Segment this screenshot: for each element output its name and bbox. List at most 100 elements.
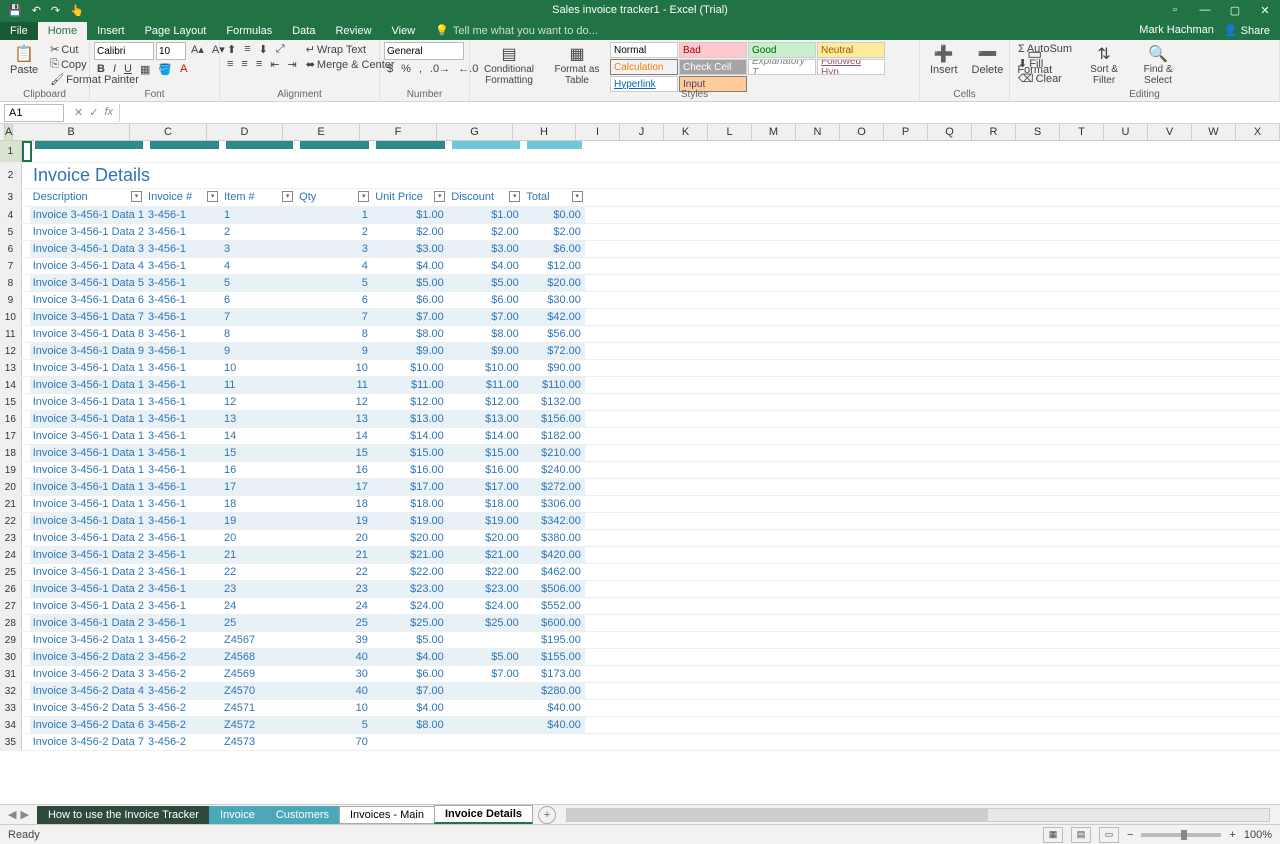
- empty-cell[interactable]: [889, 343, 932, 359]
- empty-cell[interactable]: [889, 292, 932, 308]
- empty-cell[interactable]: [1063, 241, 1106, 257]
- table-cell[interactable]: 1: [296, 207, 372, 223]
- empty-cell[interactable]: [932, 683, 975, 699]
- empty-cell[interactable]: [1019, 615, 1062, 631]
- empty-cell[interactable]: [1019, 547, 1062, 563]
- row-header-28[interactable]: 28: [0, 615, 22, 631]
- table-cell[interactable]: 5: [296, 717, 372, 733]
- row-header-6[interactable]: 6: [0, 241, 22, 257]
- empty-cell[interactable]: [22, 581, 30, 597]
- empty-cell[interactable]: [1019, 717, 1062, 733]
- table-cell[interactable]: 40: [296, 683, 372, 699]
- empty-cell[interactable]: [976, 734, 1019, 750]
- empty-cell[interactable]: [1063, 360, 1106, 376]
- empty-cell[interactable]: [802, 717, 845, 733]
- empty-cell[interactable]: [22, 309, 30, 325]
- empty-cell[interactable]: [932, 411, 975, 427]
- empty-cell[interactable]: [1063, 292, 1106, 308]
- empty-cell[interactable]: [672, 462, 715, 478]
- column-header-Q[interactable]: Q: [928, 124, 972, 140]
- table-cell[interactable]: 9: [221, 343, 296, 359]
- table-cell[interactable]: 19: [221, 513, 296, 529]
- empty-cell[interactable]: [759, 428, 802, 444]
- empty-cell[interactable]: [889, 462, 932, 478]
- align-right-icon[interactable]: ≡: [253, 57, 265, 72]
- empty-cell[interactable]: [802, 207, 845, 223]
- empty-cell[interactable]: [1019, 666, 1062, 682]
- table-cell[interactable]: Invoice 3-456-1 Data 18: [30, 496, 145, 512]
- sheet-title[interactable]: Invoice Details: [30, 163, 330, 188]
- empty-cell[interactable]: [976, 207, 1019, 223]
- table-cell[interactable]: 8: [296, 326, 372, 342]
- empty-cell[interactable]: [1150, 479, 1193, 495]
- table-cell[interactable]: $24.00: [448, 598, 523, 614]
- filter-dropdown-icon[interactable]: ▾: [131, 191, 142, 202]
- row-header-2[interactable]: 2: [0, 163, 22, 188]
- table-cell[interactable]: 7: [221, 309, 296, 325]
- empty-cell[interactable]: [759, 343, 802, 359]
- empty-cell[interactable]: [932, 666, 975, 682]
- table-cell[interactable]: Invoice 3-456-2 Data 3: [30, 666, 145, 682]
- empty-cell[interactable]: [1150, 275, 1193, 291]
- sheet-nav-next-icon[interactable]: ▶: [20, 808, 28, 821]
- table-cell[interactable]: $7.00: [372, 683, 448, 699]
- empty-cell[interactable]: [1106, 377, 1149, 393]
- autosum-button[interactable]: ΣAutoSum: [1014, 42, 1076, 56]
- empty-cell[interactable]: [759, 700, 802, 716]
- table-cell[interactable]: Invoice 3-456-2 Data 5: [30, 700, 145, 716]
- empty-cell[interactable]: [22, 632, 30, 648]
- empty-cell[interactable]: [1150, 141, 1193, 162]
- table-cell[interactable]: [448, 700, 523, 716]
- table-cell[interactable]: 19: [296, 513, 372, 529]
- table-cell[interactable]: $40.00: [523, 717, 585, 733]
- table-cell[interactable]: 3-456-2: [145, 717, 221, 733]
- table-cell[interactable]: $24.00: [372, 598, 448, 614]
- column-header-K[interactable]: K: [664, 124, 708, 140]
- row-header-24[interactable]: 24: [0, 547, 22, 563]
- empty-cell[interactable]: [1193, 394, 1236, 410]
- table-cell[interactable]: 1: [221, 207, 296, 223]
- empty-cell[interactable]: [22, 343, 30, 359]
- empty-cell[interactable]: [802, 632, 845, 648]
- table-cell[interactable]: 3-456-2: [145, 666, 221, 682]
- empty-cell[interactable]: [1193, 598, 1236, 614]
- empty-cell[interactable]: [976, 666, 1019, 682]
- table-cell[interactable]: 3-456-1: [145, 360, 221, 376]
- empty-cell[interactable]: [628, 377, 671, 393]
- empty-cell[interactable]: [628, 360, 671, 376]
- empty-cell[interactable]: [1193, 734, 1236, 750]
- table-cell[interactable]: 16: [296, 462, 372, 478]
- table-cell[interactable]: 22: [221, 564, 296, 580]
- table-cell[interactable]: Invoice 3-456-2 Data 6: [30, 717, 145, 733]
- empty-cell[interactable]: [1193, 530, 1236, 546]
- empty-cell[interactable]: [1236, 258, 1279, 274]
- table-cell[interactable]: 3-456-1: [145, 615, 221, 631]
- table-cell[interactable]: 25: [221, 615, 296, 631]
- empty-cell[interactable]: [586, 141, 629, 162]
- close-icon[interactable]: ✕: [1250, 0, 1280, 20]
- empty-cell[interactable]: [889, 428, 932, 444]
- empty-cell[interactable]: [22, 428, 30, 444]
- empty-cell[interactable]: [715, 615, 758, 631]
- table-cell[interactable]: $2.00: [372, 224, 448, 240]
- empty-cell[interactable]: [1106, 360, 1149, 376]
- zoom-out-button[interactable]: −: [1127, 829, 1133, 841]
- table-cell[interactable]: 24: [296, 598, 372, 614]
- row-header-22[interactable]: 22: [0, 513, 22, 529]
- empty-cell[interactable]: [1106, 411, 1149, 427]
- empty-cell[interactable]: [585, 734, 628, 750]
- empty-cell[interactable]: [932, 377, 975, 393]
- empty-cell[interactable]: [759, 207, 802, 223]
- tab-page-layout[interactable]: Page Layout: [135, 22, 217, 40]
- filter-dropdown-icon[interactable]: ▾: [358, 191, 369, 202]
- empty-cell[interactable]: [932, 496, 975, 512]
- empty-cell[interactable]: [1063, 598, 1106, 614]
- table-cell[interactable]: Invoice 3-456-1 Data 10: [30, 360, 145, 376]
- empty-cell[interactable]: [628, 428, 671, 444]
- empty-cell[interactable]: [672, 530, 715, 546]
- empty-cell[interactable]: [22, 547, 30, 563]
- empty-cell[interactable]: [889, 394, 932, 410]
- table-cell[interactable]: [372, 734, 448, 750]
- empty-cell[interactable]: [976, 343, 1019, 359]
- table-header-discount[interactable]: Discount▾: [448, 189, 523, 206]
